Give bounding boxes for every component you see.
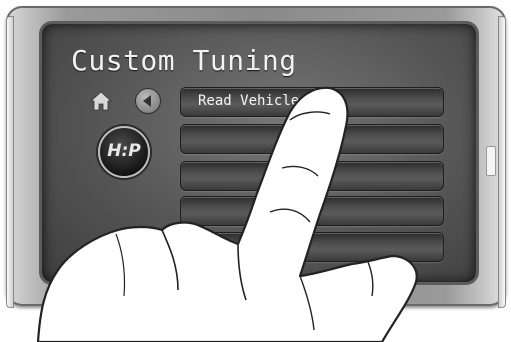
pointing-hand-illustration <box>36 86 418 342</box>
